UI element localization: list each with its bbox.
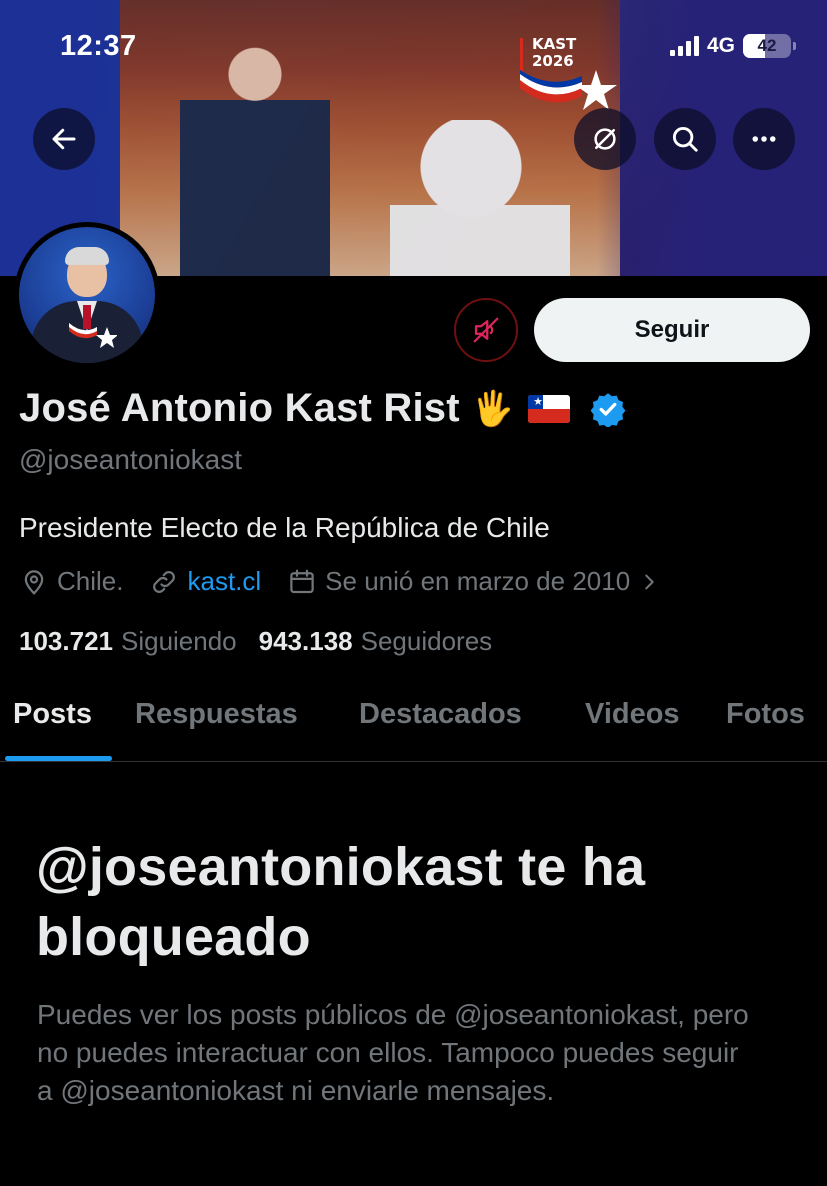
more-options-button[interactable] bbox=[733, 108, 795, 170]
logo-line-2: 2026 bbox=[532, 52, 574, 70]
follow-button[interactable]: Seguir bbox=[534, 298, 810, 362]
location-item: Chile. bbox=[19, 566, 123, 597]
profile-tabs: Posts Respuestas Destacados Videos Fotos bbox=[0, 690, 827, 762]
chile-flag-icon: ★ bbox=[528, 394, 571, 423]
more-horizontal-icon bbox=[752, 136, 776, 142]
joined-text: Se unió en marzo de 2010 bbox=[325, 566, 631, 596]
verified-badge-icon[interactable] bbox=[590, 391, 626, 427]
back-button[interactable] bbox=[33, 108, 95, 170]
search-button[interactable] bbox=[654, 108, 716, 170]
tab-destacados[interactable]: Destacados bbox=[359, 698, 522, 731]
status-time: 12:37 bbox=[60, 30, 137, 62]
tab-posts[interactable]: Posts bbox=[13, 698, 92, 731]
location-text: Chile. bbox=[57, 566, 124, 596]
profile-handle: @joseantoniokast bbox=[19, 444, 243, 475]
calendar-icon bbox=[290, 569, 314, 593]
status-indicators: 4G 42 bbox=[669, 34, 796, 58]
chevron-right-icon bbox=[645, 574, 654, 589]
active-tab-indicator bbox=[5, 756, 112, 761]
avatar-swoosh-star-icon bbox=[69, 323, 117, 348]
joined-item[interactable]: Se unió en marzo de 2010 bbox=[287, 566, 660, 597]
grok-button[interactable] bbox=[574, 108, 636, 170]
signal-icon bbox=[669, 36, 699, 56]
profile-stats: 103.721 Siguiendo 943.138 Seguidores bbox=[19, 626, 506, 657]
profile-avatar[interactable] bbox=[14, 222, 160, 368]
battery-icon: 42 bbox=[743, 34, 796, 58]
battery-level: 42 bbox=[757, 36, 777, 55]
tab-fotos[interactable]: Fotos bbox=[726, 698, 805, 731]
network-type: 4G bbox=[706, 34, 735, 57]
blocked-title: @joseantoniokast te ha bloqueado bbox=[36, 837, 646, 967]
website-item[interactable]: kast.cl bbox=[149, 566, 261, 597]
mute-button[interactable] bbox=[454, 298, 518, 362]
logo-line-1: KAST bbox=[532, 35, 577, 53]
banner-person-woman bbox=[390, 120, 570, 276]
blocked-description: Puedes ver los posts públicos de @josean… bbox=[37, 999, 749, 1106]
location-pin-icon bbox=[24, 569, 44, 595]
speaker-muted-icon bbox=[473, 317, 499, 343]
following-label[interactable]: Siguiendo bbox=[121, 626, 237, 657]
tab-respuestas[interactable]: Respuestas bbox=[135, 698, 298, 731]
following-count[interactable]: 103.721 bbox=[19, 626, 113, 657]
raised-hand-emoji: 🖐 bbox=[471, 388, 515, 429]
search-icon bbox=[672, 126, 698, 152]
logo-bar bbox=[520, 38, 523, 72]
website-link[interactable]: kast.cl bbox=[187, 566, 261, 597]
tab-videos[interactable]: Videos bbox=[585, 698, 680, 731]
campaign-logo: KAST 2026 bbox=[520, 36, 620, 116]
followers-label[interactable]: Seguidores bbox=[361, 626, 493, 657]
arrow-left-icon bbox=[52, 128, 76, 150]
profile-name: José Antonio Kast Rist bbox=[19, 386, 460, 430]
profile-name-row: José Antonio Kast Rist 🖐 ★ bbox=[19, 386, 626, 431]
link-icon bbox=[153, 570, 176, 593]
banner-person-man bbox=[180, 30, 330, 276]
profile-bio: Presidente Electo de la República de Chi… bbox=[19, 512, 550, 543]
profile-meta: Chile. kast.cl Se unió en marzo de 2010 bbox=[19, 566, 686, 597]
slash-circle-icon bbox=[594, 128, 616, 150]
followers-count[interactable]: 943.138 bbox=[259, 626, 353, 657]
